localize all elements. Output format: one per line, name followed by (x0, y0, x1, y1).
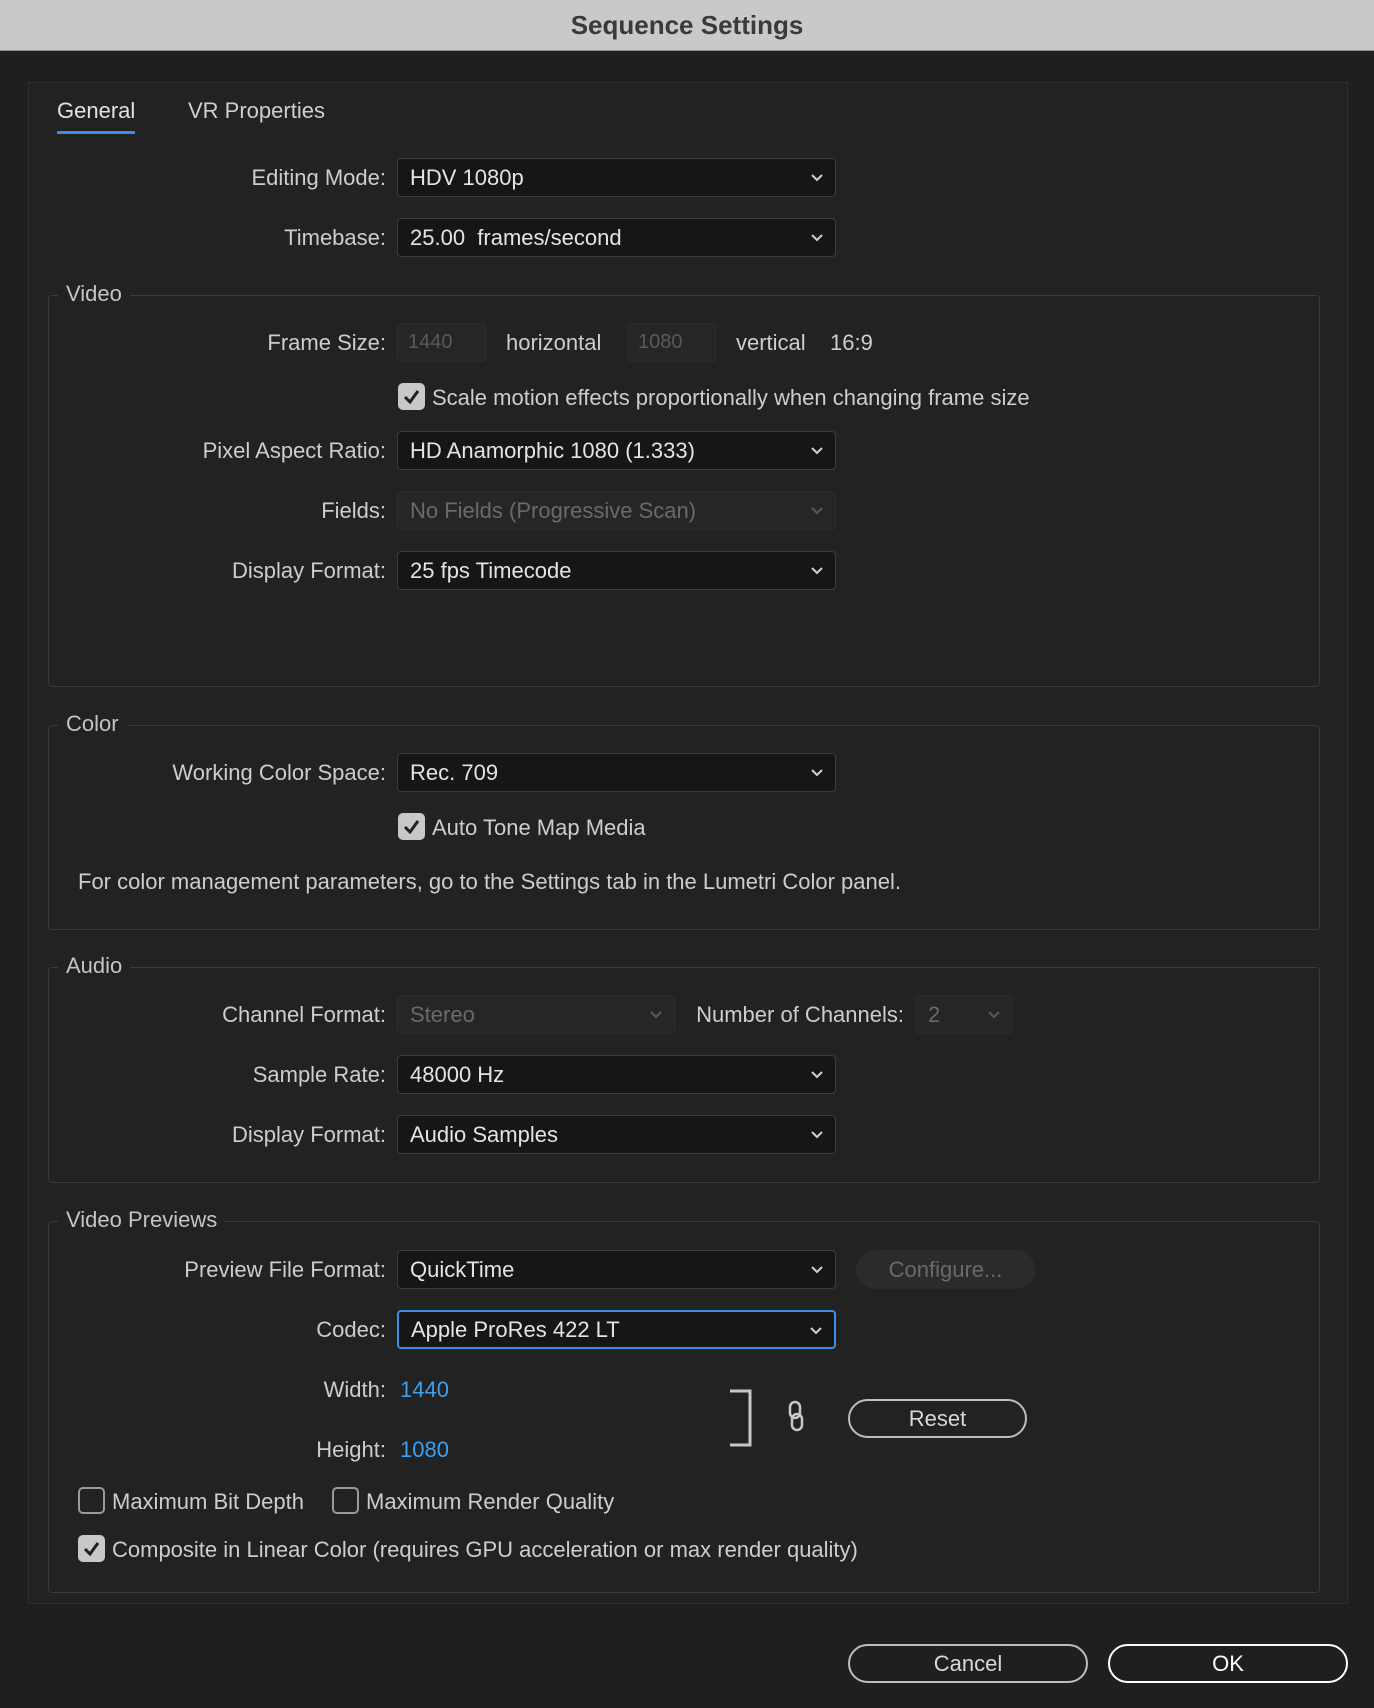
codec-value: Apple ProRes 422 LT (411, 1316, 620, 1342)
reset-button[interactable]: Reset (848, 1399, 1027, 1438)
editing-mode-value: HDV 1080p (410, 164, 524, 190)
chevron-down-icon (811, 447, 823, 455)
number-of-channels-dropdown: 2 (915, 995, 1013, 1034)
working-color-space-dropdown[interactable]: Rec. 709 (397, 753, 836, 792)
aspect-ratio-text: 16:9 (830, 330, 873, 355)
height-label: Height: (316, 1437, 386, 1462)
working-color-space-label: Working Color Space: (172, 760, 386, 785)
video-display-format-value: 25 fps Timecode (410, 557, 572, 583)
chevron-down-icon (811, 1266, 823, 1274)
link-bracket-icon (730, 1389, 752, 1447)
sample-rate-dropdown[interactable]: 48000 Hz (397, 1055, 836, 1094)
width-label: Width: (323, 1377, 386, 1402)
chevron-down-icon (811, 567, 823, 575)
video-display-format-dropdown[interactable]: 25 fps Timecode (397, 551, 836, 590)
ok-button[interactable]: OK (1108, 1644, 1348, 1683)
chevron-down-icon (811, 174, 823, 182)
auto-tone-map-label: Auto Tone Map Media (432, 815, 646, 840)
pixel-aspect-label: Pixel Aspect Ratio: (202, 438, 386, 463)
configure-button: Configure... (856, 1250, 1035, 1289)
pixel-aspect-value: HD Anamorphic 1080 (1.333) (410, 437, 695, 463)
max-render-quality-label: Maximum Render Quality (366, 1489, 615, 1514)
codec-dropdown[interactable]: Apple ProRes 422 LT (397, 1310, 836, 1349)
sample-rate-value: 48000 Hz (410, 1061, 505, 1087)
editing-mode-label: Editing Mode: (251, 165, 386, 190)
height-value[interactable]: 1080 (400, 1437, 449, 1463)
video-group-title: Video (58, 281, 130, 307)
vertical-label: vertical (736, 330, 806, 355)
preview-file-format-dropdown[interactable]: QuickTime (397, 1250, 836, 1289)
auto-tone-map-checkbox[interactable] (398, 813, 425, 840)
number-of-channels-value: 2 (928, 1001, 941, 1027)
channel-format-value: Stereo (410, 1001, 475, 1027)
tab-general[interactable]: General (57, 98, 136, 134)
preview-file-format-value: QuickTime (410, 1256, 515, 1282)
codec-label: Codec: (316, 1317, 386, 1342)
audio-group-title: Audio (58, 953, 131, 979)
horizontal-label: horizontal (506, 330, 602, 355)
working-color-space-value: Rec. 709 (410, 759, 499, 785)
title-bar: Sequence Settings (0, 0, 1374, 51)
audio-display-format-value: Audio Samples (410, 1121, 558, 1147)
chain-link-icon[interactable] (785, 1400, 807, 1432)
checkmark-icon (83, 1542, 100, 1557)
timebase-value: 25.00 frames/second (410, 224, 622, 250)
composite-linear-checkbox[interactable] (78, 1535, 105, 1562)
preview-file-format-label: Preview File Format: (184, 1257, 386, 1282)
max-render-quality-checkbox[interactable] (332, 1487, 359, 1514)
chevron-down-icon (811, 1071, 823, 1079)
fields-value: No Fields (Progressive Scan) (410, 497, 697, 523)
frame-size-label: Frame Size: (267, 330, 386, 355)
chevron-down-icon (811, 769, 823, 777)
width-value[interactable]: 1440 (400, 1377, 449, 1403)
sample-rate-label: Sample Rate: (252, 1062, 386, 1087)
audio-display-format-dropdown[interactable]: Audio Samples (397, 1115, 836, 1154)
timebase-label: Timebase: (284, 225, 386, 250)
checkmark-icon (403, 820, 420, 835)
chevron-down-icon (988, 1011, 1000, 1019)
chevron-down-icon (810, 1327, 822, 1335)
fields-dropdown: No Fields (Progressive Scan) (397, 491, 836, 530)
frame-height-input: 1080 (627, 323, 716, 362)
fields-label: Fields: (321, 498, 386, 523)
max-bit-depth-checkbox[interactable] (78, 1487, 105, 1514)
cancel-button[interactable]: Cancel (848, 1644, 1088, 1683)
pixel-aspect-dropdown[interactable]: HD Anamorphic 1080 (1.333) (397, 431, 836, 470)
scale-motion-label: Scale motion effects proportionally when… (432, 385, 1030, 410)
checkmark-icon (403, 390, 420, 405)
display-format-label: Display Format: (231, 558, 386, 583)
composite-linear-label: Composite in Linear Color (requires GPU … (112, 1537, 858, 1562)
video-previews-group-title: Video Previews (58, 1207, 226, 1233)
chevron-down-icon (650, 1011, 662, 1019)
scale-motion-checkbox[interactable] (398, 383, 425, 410)
editing-mode-dropdown[interactable]: HDV 1080p (397, 158, 836, 197)
timebase-dropdown[interactable]: 25.00 frames/second (397, 218, 836, 257)
chevron-down-icon (811, 1131, 823, 1139)
color-group-title: Color (58, 711, 127, 737)
audio-display-format-label: Display Format: (231, 1122, 386, 1147)
chevron-down-icon (811, 234, 823, 242)
channel-format-label: Channel Format: (222, 1002, 386, 1027)
frame-width-input: 1440 (397, 323, 486, 362)
number-of-channels-label: Number of Channels: (696, 1002, 904, 1027)
tab-vr-properties[interactable]: VR Properties (188, 98, 325, 134)
channel-format-dropdown: Stereo (397, 995, 675, 1034)
max-bit-depth-label: Maximum Bit Depth (112, 1489, 304, 1514)
color-management-note: For color management parameters, go to t… (78, 869, 901, 894)
window-title: Sequence Settings (570, 9, 804, 40)
chevron-down-icon (811, 507, 823, 515)
